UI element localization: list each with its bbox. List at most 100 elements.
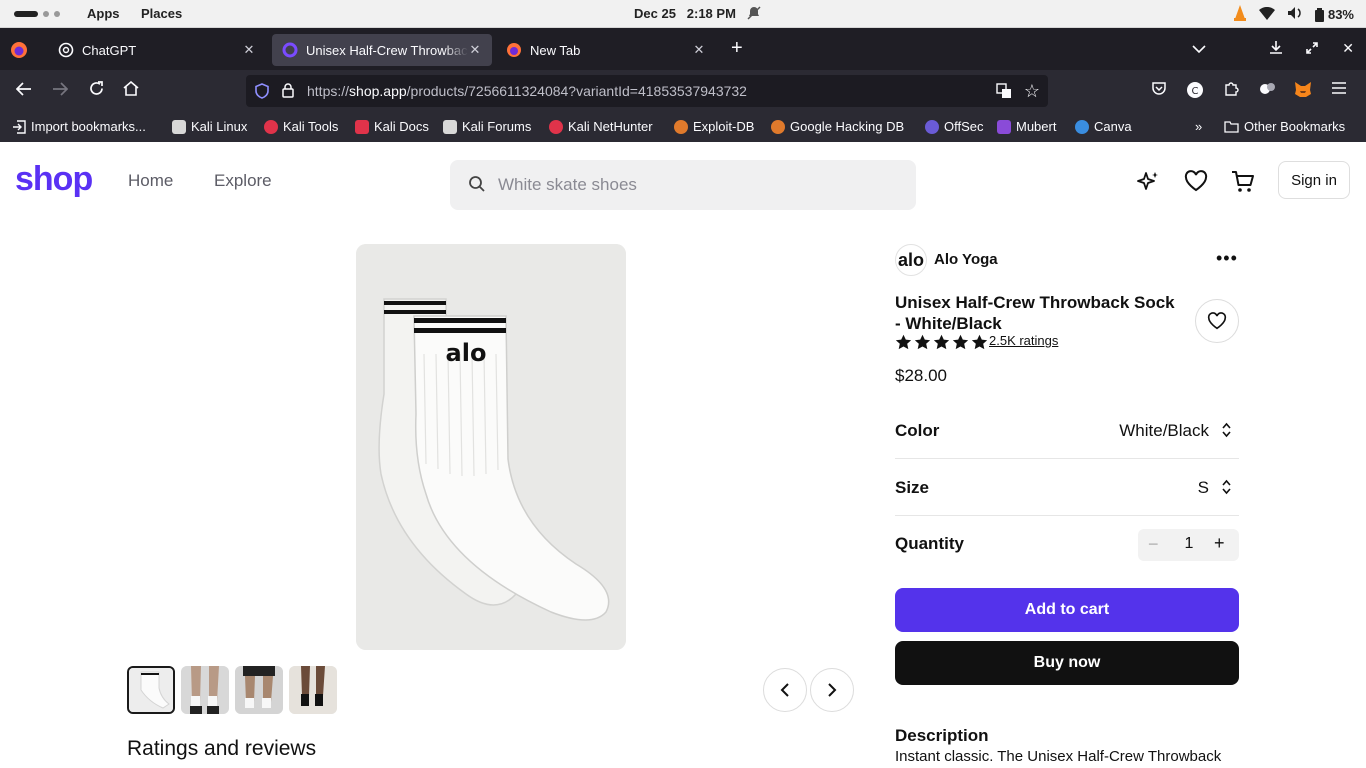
bookmark-label: Exploit-DB	[693, 119, 755, 134]
close-tab-icon[interactable]: ✕	[468, 42, 482, 58]
bookmark-star-icon[interactable]: ☆	[1024, 81, 1040, 102]
lock-icon[interactable]	[282, 83, 294, 101]
color-value: White/Black	[1119, 421, 1209, 440]
url-text[interactable]: https://shop.app/products/7256611324084?…	[307, 83, 747, 99]
address-bar[interactable]: https://shop.app/products/7256611324084?…	[246, 75, 1048, 107]
bookmark-kali-linux[interactable]: Kali Linux	[172, 119, 247, 134]
chevron-updown-icon	[1222, 422, 1231, 443]
ai-sparkle-icon[interactable]	[1136, 170, 1160, 199]
bookmark-canva[interactable]: Canva	[1075, 119, 1132, 134]
nav-home[interactable]: Home	[128, 171, 173, 191]
thumbnail-4[interactable]	[289, 666, 337, 714]
restore-window-icon[interactable]	[1306, 41, 1319, 57]
shop-name[interactable]: Alo Yoga	[934, 251, 998, 268]
decrease-quantity-button[interactable]: −	[1148, 534, 1159, 555]
bookmark-kali-docs[interactable]: Kali Docs	[355, 119, 429, 134]
search-input[interactable]	[498, 172, 898, 198]
heart-icon	[1207, 312, 1227, 330]
cart-icon[interactable]	[1231, 170, 1255, 199]
places-menu[interactable]: Places	[141, 6, 182, 21]
bookmark-offsec[interactable]: OffSec	[925, 119, 984, 134]
reload-icon[interactable]	[86, 81, 106, 101]
ratings-link[interactable]: 2.5K ratings	[989, 333, 1058, 348]
system-tray[interactable]: 83%	[1233, 5, 1354, 24]
size-selector[interactable]: Size S	[895, 459, 1239, 516]
color-selector[interactable]: Color White/Black	[895, 402, 1239, 459]
quantity-value[interactable]: 1	[1183, 535, 1195, 553]
extension-shapes-icon[interactable]	[1258, 81, 1276, 99]
kali-tools-icon	[264, 119, 278, 134]
bookmark-label: Import bookmarks...	[31, 119, 146, 134]
more-options-icon[interactable]: •••	[1216, 248, 1238, 269]
buy-now-button[interactable]: Buy now	[895, 641, 1239, 685]
increase-quantity-button[interactable]: +	[1214, 533, 1225, 554]
clock[interactable]: Dec 25 2:18 PM	[634, 6, 736, 21]
app-menu-hamburger-icon[interactable]	[1330, 81, 1348, 99]
folder-icon	[1224, 121, 1239, 133]
shop-avatar[interactable]: alo	[895, 244, 927, 276]
new-tab-plus-icon[interactable]: +	[731, 38, 743, 58]
download-icon[interactable]	[1270, 40, 1283, 57]
size-label: Size	[895, 478, 930, 497]
bookmark-mubert[interactable]: Mubert	[997, 119, 1056, 134]
star-icon	[895, 334, 912, 350]
translate-icon[interactable]	[996, 83, 1012, 102]
search-bar[interactable]	[450, 160, 916, 210]
wifi-icon[interactable]	[1258, 6, 1275, 23]
bookmarks-toolbar: Import bookmarks... Kali Linux Kali Tool…	[0, 112, 1366, 142]
battery-indicator[interactable]: 83%	[1314, 7, 1354, 22]
chatgpt-icon	[58, 42, 74, 58]
metamask-fox-icon[interactable]	[1294, 81, 1312, 99]
vlc-icon[interactable]	[1233, 5, 1247, 24]
tab-chatgpt[interactable]: ChatGPT ✕	[48, 34, 266, 66]
favorite-button[interactable]	[1195, 299, 1239, 343]
bookmark-google-hacking-db[interactable]: Google Hacking DB	[771, 119, 904, 134]
tracking-protection-shield-icon[interactable]	[255, 83, 269, 102]
favorites-heart-icon[interactable]	[1184, 170, 1208, 197]
bookmark-kali-tools[interactable]: Kali Tools	[264, 119, 338, 134]
thumbnail-2[interactable]	[181, 666, 229, 714]
kali-dragon-icon	[172, 119, 186, 134]
thumbnail-1[interactable]	[127, 666, 175, 714]
tab-product[interactable]: Unisex Half-Crew Throwback ✕	[272, 34, 492, 66]
close-tab-icon[interactable]: ✕	[692, 42, 706, 58]
firefox-view-icon[interactable]	[10, 41, 28, 64]
workspace-indicator[interactable]	[14, 11, 60, 17]
bookmarks-overflow-chevron-icon[interactable]: »	[1195, 119, 1202, 134]
description-text: Instant classic. The Unisex Half-Crew Th…	[895, 748, 1222, 765]
bookmark-kali-nethunter[interactable]: Kali NetHunter	[549, 119, 653, 134]
volume-icon[interactable]	[1287, 6, 1303, 23]
apps-menu[interactable]: Apps	[87, 6, 120, 21]
bookmark-other-bookmarks[interactable]: Other Bookmarks	[1224, 119, 1345, 134]
pocket-icon[interactable]	[1150, 81, 1168, 99]
close-window-icon[interactable]: ✕	[1342, 40, 1354, 57]
carousel-prev-button[interactable]	[763, 668, 807, 712]
list-all-tabs-chevron-icon[interactable]	[1192, 41, 1206, 57]
svg-text:C: C	[1192, 86, 1199, 97]
shop-logo[interactable]: shop	[15, 160, 93, 199]
kali-nethunter-icon	[549, 119, 563, 134]
forward-icon[interactable]	[50, 81, 70, 101]
account-c-icon[interactable]: C	[1186, 81, 1204, 99]
home-icon[interactable]	[121, 80, 141, 101]
close-tab-icon[interactable]: ✕	[242, 42, 256, 58]
kali-docs-icon	[355, 119, 369, 134]
sign-in-button[interactable]: Sign in	[1278, 161, 1350, 199]
ghdb-icon	[771, 119, 785, 134]
carousel-next-button[interactable]	[810, 668, 854, 712]
sock-image: alo	[356, 244, 626, 650]
extensions-puzzle-icon[interactable]	[1222, 81, 1240, 99]
chevron-right-icon	[828, 683, 837, 697]
product-main-image[interactable]: alo	[356, 244, 626, 650]
star-icon	[952, 334, 969, 350]
notifications-muted-icon[interactable]	[747, 6, 761, 23]
bookmark-kali-forums[interactable]: Kali Forums	[443, 119, 531, 134]
tab-new-tab[interactable]: New Tab ✕	[496, 34, 716, 66]
nav-explore[interactable]: Explore	[214, 171, 272, 191]
bookmark-import[interactable]: Import bookmarks...	[12, 119, 146, 134]
bookmark-exploit-db[interactable]: Exploit-DB	[674, 119, 754, 134]
add-to-cart-button[interactable]: Add to cart	[895, 588, 1239, 632]
back-icon[interactable]	[14, 81, 34, 101]
bookmark-label: Kali Docs	[374, 119, 429, 134]
thumbnail-3[interactable]	[235, 666, 283, 714]
